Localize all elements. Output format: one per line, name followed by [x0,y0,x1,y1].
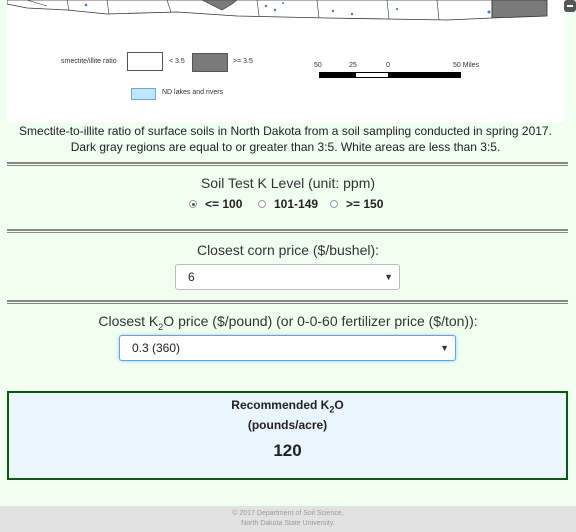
legend-water-swatch [131,88,156,100]
result-title-suffix: O [334,398,344,412]
legend-low-swatch [127,52,163,71]
soil-test-label: Soil Test K Level (unit: ppm) [200,175,376,191]
footer: © 2017 Department of Soil Science, North… [0,506,576,532]
divider [7,300,568,304]
scale-label-50-miles: 50 Miles [453,62,480,69]
caption-line-2: Dark gray regions are equal to or greate… [70,140,501,154]
radio-unchecked-icon[interactable] [330,200,338,208]
scroll-up-button[interactable] [564,0,576,12]
result-title-prefix: Recommended K [231,398,330,412]
divider [7,229,568,233]
recommendation-panel: Recommended K2O (pounds/acre) 120 [7,391,568,480]
legend-ratio-label: smectite/illite ratio [61,58,117,65]
recommendation-title: Recommended K2O [9,397,566,417]
legend-ge-label: >= 3.5 [233,58,253,65]
map-panel: smectite/illite ratio < 3.5 >= 3.5 ND la… [7,0,564,122]
radio-label-le-100: <= 100 [205,197,243,211]
corn-price-value: 6 [188,270,195,284]
radio-option-le-100[interactable]: <= 100 [189,197,242,211]
radio-checked-icon[interactable] [189,200,197,208]
radio-unchecked-icon[interactable] [258,200,266,208]
footer-line-1: © 2017 Department of Soil Science, [232,510,344,517]
dropdown-arrow-icon[interactable]: ▼ [384,265,393,289]
caption-line-1: Smectite-to-illite ratio of surface soil… [19,124,552,138]
k2o-price-select[interactable]: 0.3 (360) ▼ [119,335,456,361]
scale-segment-2 [355,72,389,78]
scale-segment-1 [319,72,355,78]
legend-lt-label: < 3.5 [169,58,185,65]
footer-line-2: North Dakota State University. [241,520,335,527]
k2o-price-label: Closest K2O price ($/pound) (or 0-0-60 f… [0,313,576,332]
corn-price-select[interactable]: 6 ▼ [175,264,400,290]
divider [7,162,568,166]
scale-label-25: 25 [349,62,357,69]
recommendation-units: (pounds/acre) [247,418,328,433]
radio-option-ge-150[interactable]: >= 150 [330,197,383,211]
scale-label-50-left: 50 [314,62,322,69]
legend-water-label: ND lakes and rivers [162,89,224,96]
radio-option-101-149[interactable]: 101-149 [258,197,318,211]
k2o-label-suffix: O price ($/pound) (or 0-0-60 fertilizer … [163,313,478,329]
k2o-price-value: 0.3 (360) [132,341,181,355]
map-caption: Smectite-to-illite ratio of surface soil… [7,122,564,155]
recommendation-value: 120 [273,441,302,461]
k2o-label-prefix: Closest K [98,313,159,329]
radio-label-101-149: 101-149 [274,197,319,211]
dropdown-arrow-icon[interactable]: ▼ [440,336,449,360]
scale-segment-3 [389,72,461,78]
legend-high-swatch [192,53,228,72]
radio-label-ge-150: >= 150 [346,197,384,211]
map-fragment [7,0,548,21]
corn-price-label: Closest corn price ($/bushel): [196,242,380,258]
scale-label-0: 0 [386,62,390,69]
